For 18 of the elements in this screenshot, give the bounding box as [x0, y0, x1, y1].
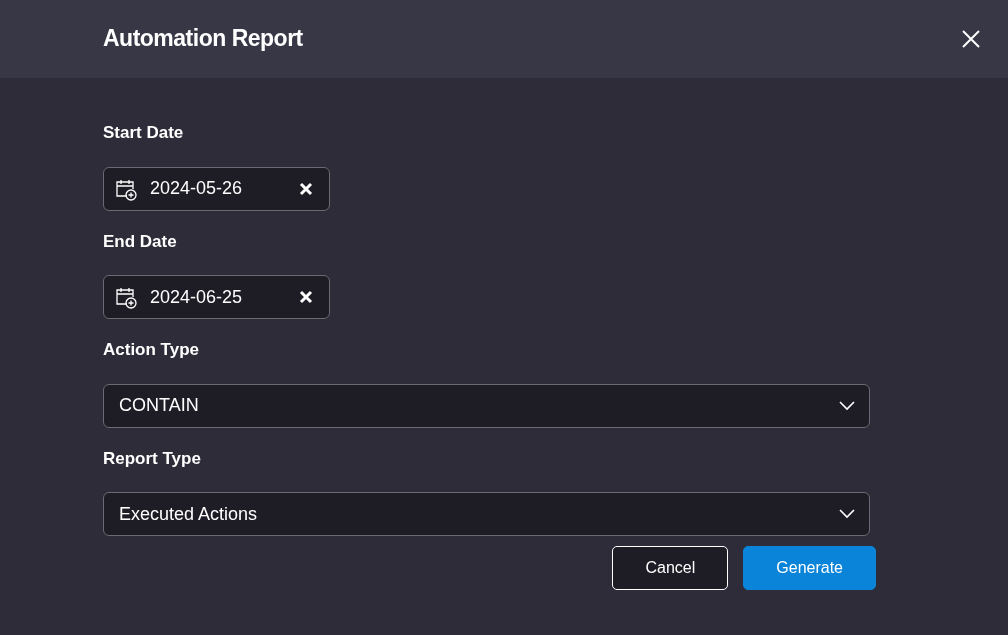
select-dropdown[interactable]: Executed Actions — [103, 492, 870, 536]
close-icon — [962, 30, 980, 48]
calendar-add-icon — [114, 285, 138, 309]
date-field[interactable]: 2024-05-26 — [103, 166, 330, 211]
select-dropdown[interactable]: CONTAIN — [103, 383, 870, 428]
field-label: Action Type — [103, 339, 201, 361]
chevron-down-icon — [839, 509, 855, 519]
dialog-title: Automation Report — [103, 25, 303, 53]
field-label: End Date — [103, 230, 178, 253]
clear-icon — [299, 181, 313, 196]
generate-button[interactable]: Generate — [743, 546, 876, 590]
field-label: Start Date — [103, 122, 185, 144]
chevron-down-icon — [839, 400, 855, 411]
clear-button[interactable] — [297, 288, 315, 306]
clear-icon — [299, 290, 313, 304]
date-field[interactable]: 2024-06-25 — [103, 275, 330, 319]
field-label: Report Type — [103, 447, 202, 470]
cancel-button[interactable]: Cancel — [612, 546, 729, 590]
